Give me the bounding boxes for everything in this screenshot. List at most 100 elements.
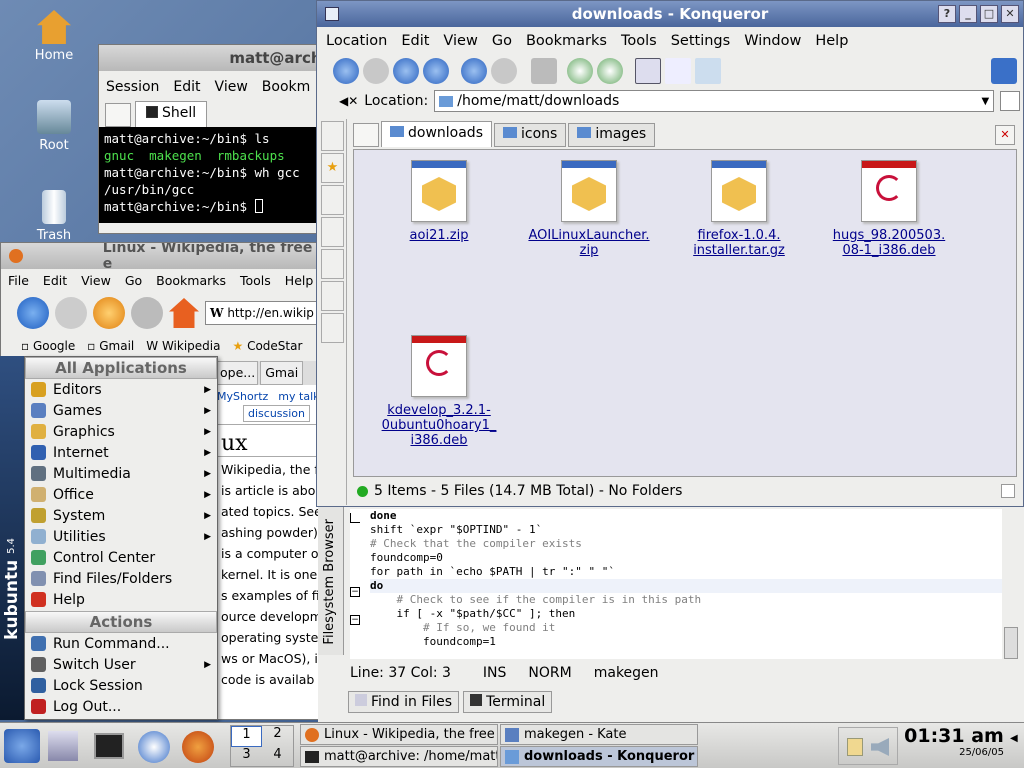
code-editor[interactable]: done shift `expr "$OPTIND" - 1` # Check th…	[350, 509, 1002, 659]
go-icon[interactable]	[1000, 91, 1021, 111]
konqueror-titlebar[interactable]: downloads - Konqueror ? _ □ ✕	[317, 1, 1023, 27]
menu-view[interactable]: View	[436, 33, 484, 49]
filesystem-browser-tab[interactable]: Filesystem Browser	[322, 519, 337, 645]
home-icon[interactable]	[423, 58, 449, 84]
forward-icon[interactable]	[363, 58, 389, 84]
task-kate[interactable]: makegen - Kate	[500, 724, 698, 745]
kmenu-item-lock-session[interactable]: Lock Session	[25, 675, 217, 696]
firefox-titlebar[interactable]: Linux - Wikipedia, the free e	[1, 243, 329, 272]
tray-arrow-icon[interactable]: ◀	[1010, 733, 1020, 759]
minimize-icon[interactable]: _	[959, 5, 977, 23]
task-firefox[interactable]: Linux - Wikipedia, the free e	[300, 724, 498, 745]
zoom-in-icon[interactable]	[567, 58, 593, 84]
file-item[interactable]: AOILinuxLauncher. zip	[524, 160, 654, 258]
back-icon[interactable]	[17, 297, 49, 329]
menu-go[interactable]: Go	[118, 273, 149, 288]
url-field[interactable]: W http://en.wikip	[205, 301, 329, 325]
file-item[interactable]: firefox-1.0.4. installer.tar.gz	[674, 160, 804, 258]
computer-launcher-icon[interactable]	[48, 731, 78, 761]
bookmarks-icon[interactable]: ★	[321, 153, 344, 183]
konqueror-launcher-icon[interactable]	[138, 731, 170, 763]
up-icon[interactable]	[393, 58, 419, 84]
menu-help[interactable]: Help	[808, 33, 855, 49]
konsole-window[interactable]: matt@archi Session Edit View Bookm Shell…	[98, 44, 338, 234]
menu-session[interactable]: Session	[99, 79, 166, 95]
klipper-icon[interactable]	[847, 738, 863, 756]
menu-window[interactable]: Window	[737, 33, 808, 49]
root-folder-icon[interactable]	[321, 281, 344, 311]
menu-edit[interactable]: Edit	[394, 33, 436, 49]
kmenu-item-internet[interactable]: Internet ▶	[25, 442, 217, 463]
help-icon[interactable]: ?	[938, 5, 956, 23]
menu-tools[interactable]: Tools	[233, 273, 278, 288]
menu-bookmarks[interactable]: Bookm	[255, 79, 317, 95]
kmenu-item-multimedia[interactable]: Multimedia ▶	[25, 463, 217, 484]
tab-terminal[interactable]: Terminal	[463, 691, 553, 713]
chevron-down-icon[interactable]: ▼	[982, 96, 990, 107]
kmenu-item-editors[interactable]: Editors ▶	[25, 379, 217, 400]
zoom-out-icon[interactable]	[597, 58, 623, 84]
preview-icon[interactable]	[695, 58, 721, 84]
web-content[interactable]: ope... Gmai MyShortz my talk discussion u…	[217, 361, 329, 719]
menu-view[interactable]: View	[74, 273, 118, 288]
konsole-titlebar[interactable]: matt@archi	[99, 45, 337, 71]
split-view-icon[interactable]	[665, 58, 691, 84]
tab-images[interactable]: images	[568, 123, 656, 147]
reload-icon[interactable]	[93, 297, 125, 329]
services-icon[interactable]	[321, 249, 344, 279]
forward-icon[interactable]	[55, 297, 87, 329]
reload-icon[interactable]	[461, 58, 487, 84]
kmenu-button-icon[interactable]	[4, 729, 40, 763]
kmenu-item-run-command[interactable]: Run Command...	[25, 633, 217, 654]
desktop-icon-home[interactable]: Home	[14, 10, 94, 63]
stop-icon[interactable]	[491, 58, 517, 84]
tab-shell[interactable]: Shell	[135, 101, 208, 127]
kate-sidebar[interactable]: Filesystem Browser	[318, 505, 344, 655]
scrollbar[interactable]	[1004, 627, 1018, 659]
stop-icon[interactable]	[131, 297, 163, 329]
settings-icon[interactable]	[991, 58, 1017, 84]
history-icon[interactable]	[321, 121, 344, 151]
close-icon[interactable]: ✕	[1001, 5, 1019, 23]
desktop-4[interactable]: 4	[262, 747, 293, 766]
kmenu-item-office[interactable]: Office ▶	[25, 484, 217, 505]
clock[interactable]: 01:31 am 25/06/05	[904, 725, 1004, 767]
print-icon[interactable]	[531, 58, 557, 84]
bookmark-google[interactable]: ▫ Google	[21, 339, 75, 353]
kmenu-item-utilities[interactable]: Utilities ▶	[25, 526, 217, 547]
kmenu-item-games[interactable]: Games ▶	[25, 400, 217, 421]
network-icon[interactable]	[321, 185, 344, 215]
menu-edit[interactable]: Edit	[166, 79, 207, 95]
desktop-icon-root[interactable]: Root	[14, 100, 94, 153]
kmenu-item-control-center[interactable]: Control Center	[25, 547, 217, 568]
devices-icon[interactable]	[321, 313, 344, 343]
menu-edit[interactable]: Edit	[36, 273, 74, 288]
desktop-3[interactable]: 3	[231, 747, 262, 766]
link-view-checkbox[interactable]	[1001, 484, 1015, 498]
kmenu-item-log-out[interactable]: Log Out...	[25, 696, 217, 717]
back-icon[interactable]	[333, 58, 359, 84]
home-icon[interactable]	[169, 298, 199, 328]
file-item[interactable]: kdevelop_3.2.1- 0ubuntu0hoary1_ i386.deb	[374, 335, 504, 448]
menu-file[interactable]: File	[1, 273, 36, 288]
task-konqueror[interactable]: downloads - Konqueror	[500, 746, 698, 767]
desktop-icon-trash[interactable]: Trash	[14, 190, 94, 243]
menu-settings[interactable]: Settings	[664, 33, 737, 49]
home-folder-icon[interactable]	[321, 217, 344, 247]
kmenu[interactable]: All Applications Editors ▶ Games ▶ Graphics ▶…	[24, 356, 218, 720]
clear-location-icon[interactable]: ◀✕	[339, 94, 358, 108]
menu-bookmarks[interactable]: Bookmarks	[149, 273, 233, 288]
tab-find-in-files[interactable]: Find in Files	[348, 691, 460, 713]
tab-downloads[interactable]: downloads	[381, 121, 492, 147]
firefox-launcher-icon[interactable]	[182, 731, 214, 763]
kmenu-item-switch-user[interactable]: Switch User ▶	[25, 654, 217, 675]
menu-go[interactable]: Go	[485, 33, 519, 49]
bookmark-gmail[interactable]: ▫ Gmail	[87, 339, 134, 353]
bookmark-wikipedia[interactable]: W Wikipedia	[146, 339, 220, 353]
kmenu-item-help[interactable]: Help	[25, 589, 217, 610]
file-item[interactable]: hugs_98.200503. 08-1_i386.deb	[824, 160, 954, 258]
volume-icon[interactable]	[871, 738, 889, 756]
task-konsole[interactable]: matt@archive: /home/matt/	[300, 746, 498, 767]
link-mytalk[interactable]: my talk	[278, 390, 319, 403]
menu-bookmarks[interactable]: Bookmarks	[519, 33, 614, 49]
